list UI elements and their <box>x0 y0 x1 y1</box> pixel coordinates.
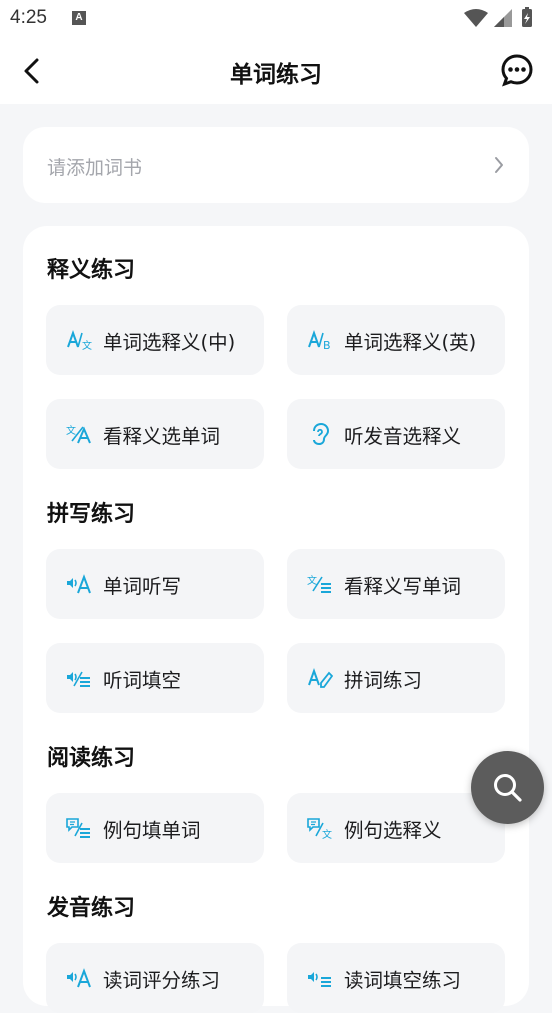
svg-text:文: 文 <box>307 574 317 587</box>
tile-label: 例句填单词 <box>103 819 201 842</box>
tile-word-to-english[interactable]: B 单词选释义(英) <box>287 305 505 375</box>
meaning-to-word-icon: 文 <box>66 424 91 444</box>
tile-label: 单词选释义(英) <box>344 331 477 354</box>
section-title-reading: 阅读练习 <box>47 746 136 771</box>
dictation-icon <box>67 574 91 594</box>
ear-icon <box>313 423 330 445</box>
tile-word-to-chinese[interactable]: 文 单词选释义(中) <box>46 305 264 375</box>
tile-meaning-write[interactable]: 文 看释义写单词 <box>287 549 505 619</box>
svg-text:文: 文 <box>322 828 332 839</box>
add-book-row[interactable]: 请添加词书 <box>23 127 529 203</box>
tile-label: 听词填空 <box>103 669 182 692</box>
speak-score-icon <box>67 968 91 988</box>
search-icon <box>494 774 522 802</box>
tile-label: 听发音选释义 <box>344 425 462 448</box>
tile-speak-score[interactable]: 读词评分练习 <box>46 943 264 1013</box>
svg-text:文: 文 <box>66 424 76 437</box>
chevron-right-icon <box>495 157 503 173</box>
tile-label: 看释义写单词 <box>344 575 462 598</box>
tile-label: 看释义选单词 <box>103 425 221 448</box>
tile-speak-fill[interactable]: 读词填空练习 <box>287 943 505 1013</box>
status-bar: 4:25 A <box>0 0 552 38</box>
svg-text:B: B <box>323 339 331 351</box>
tile-listen-fill[interactable]: 听词填空 <box>46 643 264 713</box>
tile-label: 单词听写 <box>103 575 182 598</box>
word-to-english-icon: B <box>308 330 331 351</box>
notification-icon: A <box>72 11 86 25</box>
tile-label: 拼词练习 <box>344 669 423 692</box>
svg-text:文: 文 <box>82 339 92 351</box>
listen-fill-icon <box>67 671 90 687</box>
page-title: 单词练习 <box>230 62 322 88</box>
add-book-label: 请添加词书 <box>47 157 143 179</box>
section-title-meaning: 释义练习 <box>47 258 136 283</box>
word-to-chinese-icon: 文 <box>67 330 92 351</box>
wifi-icon <box>464 9 488 27</box>
tile-label: 例句选释义 <box>344 819 442 842</box>
sentence-meaning-icon: 文 <box>307 818 332 839</box>
speak-fill-icon <box>308 972 331 987</box>
practice-card: 释义练习 文 单词选释义(中) B 单词选释义(英) 文 看释义选单词 听发音选… <box>23 226 529 1013</box>
section-title-pronunciation: 发音练习 <box>47 896 136 921</box>
tile-sentence-meaning[interactable]: 文 例句选释义 <box>287 793 505 863</box>
tile-spell-practice[interactable]: 拼词练习 <box>287 643 505 713</box>
sentence-fill-icon <box>66 818 90 838</box>
section-title-spelling: 拼写练习 <box>47 502 136 527</box>
tile-sentence-fill[interactable]: 例句填单词 <box>46 793 264 863</box>
tile-meaning-to-word[interactable]: 文 看释义选单词 <box>46 399 264 469</box>
spell-pen-icon <box>308 668 333 688</box>
tile-label: 单词选释义(中) <box>103 331 236 354</box>
status-time: 4:25 <box>10 7 47 28</box>
tile-label: 读词评分练习 <box>103 969 221 992</box>
nav-bar: 单词练习 <box>0 38 552 104</box>
chat-bubble-icon[interactable] <box>500 53 534 87</box>
meaning-write-icon: 文 <box>307 574 331 593</box>
tile-label: 读词填空练习 <box>344 969 462 992</box>
tile-dictation[interactable]: 单词听写 <box>46 549 264 619</box>
search-button[interactable] <box>471 751 544 824</box>
tile-listen-meaning[interactable]: 听发音选释义 <box>287 399 505 469</box>
status-icons <box>464 7 532 27</box>
